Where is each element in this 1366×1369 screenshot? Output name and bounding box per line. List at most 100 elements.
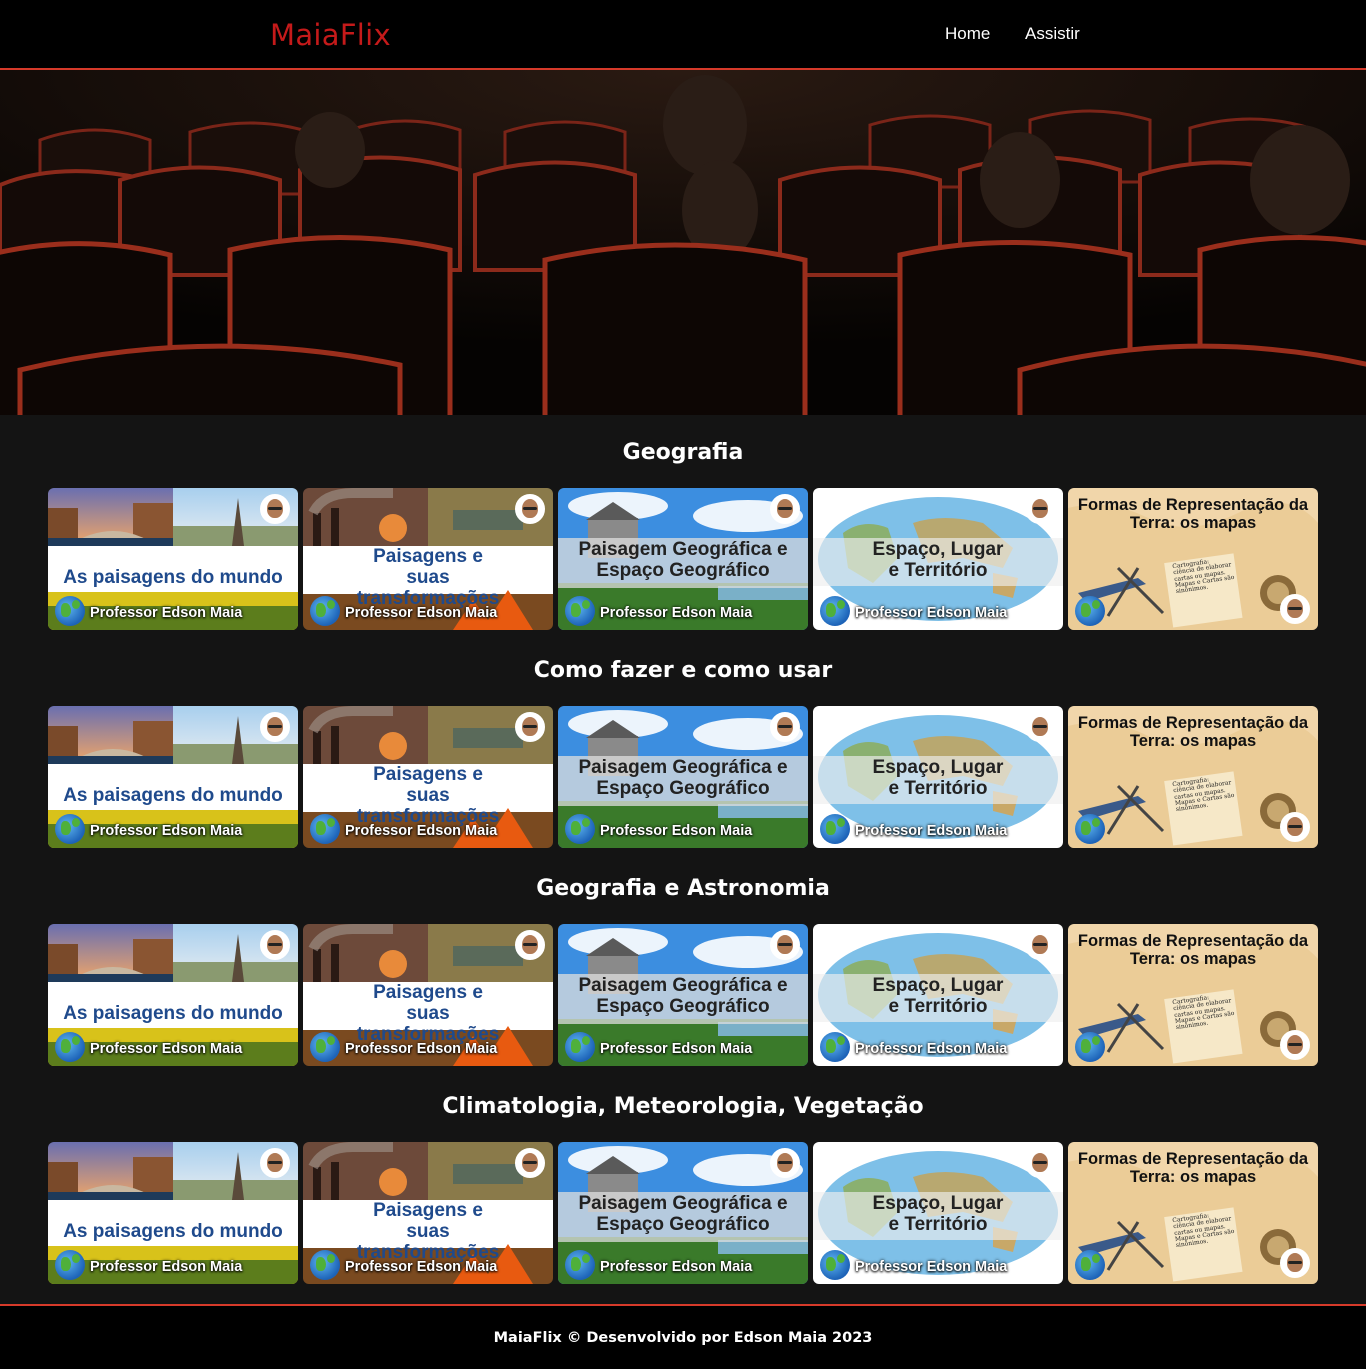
video-title: Formas de Representação da Terra: os map… xyxy=(1077,1150,1309,1187)
footer-copyright: MaiaFlix © Desenvolvido por Edson Maia 2… xyxy=(493,1330,873,1346)
section-title: Geografia e Astronomia xyxy=(536,876,830,901)
video-title: Paisagem Geográfica e Espaço Geográfico xyxy=(578,757,788,799)
avatar-icon xyxy=(1025,1148,1055,1178)
globe-icon xyxy=(820,596,850,626)
video-card[interactable]: Espaço, Lugar e Território Professor Eds… xyxy=(813,924,1063,1066)
globe-icon xyxy=(820,1032,850,1062)
avatar-icon xyxy=(770,930,800,960)
avatar-icon xyxy=(260,494,290,524)
globe-icon xyxy=(1075,1250,1105,1280)
video-card[interactable]: Paisagem Geográfica e Espaço Geográfico … xyxy=(558,706,808,848)
video-title: Paisagem Geográfica e Espaço Geográfico xyxy=(578,1193,788,1235)
video-card[interactable]: As paisagens do mundo Professor Edson Ma… xyxy=(48,706,298,848)
avatar-icon xyxy=(260,1148,290,1178)
globe-icon xyxy=(565,1032,595,1062)
globe-icon xyxy=(55,596,85,626)
video-title: Espaço, Lugar e Território xyxy=(872,539,1004,581)
globe-icon xyxy=(565,814,595,844)
video-card[interactable]: Espaço, Lugar e Território Professor Eds… xyxy=(813,488,1063,630)
video-title: Formas de Representação da Terra: os map… xyxy=(1077,714,1309,751)
video-author: Professor Edson Maia xyxy=(855,1041,1008,1057)
globe-icon xyxy=(310,814,340,844)
video-author: Professor Edson Maia xyxy=(855,605,1008,621)
video-author: Professor Edson Maia xyxy=(345,1041,498,1057)
video-row: As paisagens do mundo Professor Edson Ma… xyxy=(48,1142,1318,1284)
brand-logo[interactable]: MaiaFlix xyxy=(270,18,391,52)
avatar-icon xyxy=(770,1148,800,1178)
avatar-icon xyxy=(515,930,545,960)
avatar-icon xyxy=(1025,494,1055,524)
avatar-icon xyxy=(1280,594,1310,624)
video-card[interactable]: As paisagens do mundo Professor Edson Ma… xyxy=(48,488,298,630)
video-author: Professor Edson Maia xyxy=(90,605,243,621)
globe-icon xyxy=(55,1032,85,1062)
video-row: As paisagens do mundo Professor Edson Ma… xyxy=(48,488,1318,630)
video-author: Professor Edson Maia xyxy=(855,823,1008,839)
avatar-icon xyxy=(1280,812,1310,842)
section-title: Como fazer e como usar xyxy=(533,658,833,683)
video-row: As paisagens do mundo Professor Edson Ma… xyxy=(48,706,1318,848)
video-title: As paisagens do mundo xyxy=(63,567,283,588)
video-card[interactable]: As paisagens do mundo Professor Edson Ma… xyxy=(48,924,298,1066)
avatar-icon xyxy=(515,712,545,742)
video-card[interactable]: As paisagens do mundo Professor Edson Ma… xyxy=(48,1142,298,1284)
video-row: As paisagens do mundo Professor Edson Ma… xyxy=(48,924,1318,1066)
globe-icon xyxy=(310,1250,340,1280)
video-card[interactable]: Espaço, Lugar e Território Professor Eds… xyxy=(813,706,1063,848)
avatar-icon xyxy=(770,494,800,524)
globe-icon xyxy=(310,1032,340,1062)
video-card[interactable]: Formas de Representação da Terra: os map… xyxy=(1068,1142,1318,1284)
avatar-icon xyxy=(515,494,545,524)
video-card[interactable]: Paisagens e suas transformações Professo… xyxy=(303,488,553,630)
globe-icon xyxy=(310,596,340,626)
avatar-icon xyxy=(770,712,800,742)
video-author: Professor Edson Maia xyxy=(90,1041,243,1057)
video-title: Paisagens e suas transformações xyxy=(356,1200,500,1263)
video-author: Professor Edson Maia xyxy=(345,823,498,839)
video-card[interactable]: Formas de Representação da Terra: os map… xyxy=(1068,488,1318,630)
video-title: As paisagens do mundo xyxy=(63,1221,283,1242)
video-author: Professor Edson Maia xyxy=(345,605,498,621)
video-author: Professor Edson Maia xyxy=(855,1259,1008,1275)
video-card[interactable]: Paisagens e suas transformações Professo… xyxy=(303,1142,553,1284)
section-title: Geografia xyxy=(622,440,744,465)
avatar-icon xyxy=(515,1148,545,1178)
video-author: Professor Edson Maia xyxy=(90,1259,243,1275)
nav-assistir-link[interactable]: Assistir xyxy=(1025,24,1080,44)
section-title: Climatologia, Meteorologia, Vegetação xyxy=(442,1094,924,1119)
globe-icon xyxy=(55,1250,85,1280)
globe-icon xyxy=(820,1250,850,1280)
video-author: Professor Edson Maia xyxy=(90,823,243,839)
video-card[interactable]: Paisagem Geográfica e Espaço Geográfico … xyxy=(558,488,808,630)
globe-icon xyxy=(1075,596,1105,626)
globe-icon xyxy=(1075,814,1105,844)
avatar-icon xyxy=(1025,930,1055,960)
video-card[interactable]: Paisagem Geográfica e Espaço Geográfico … xyxy=(558,924,808,1066)
video-title: Espaço, Lugar e Território xyxy=(872,1193,1004,1235)
site-header: MaiaFlix Home Assistir xyxy=(0,0,1366,70)
video-author: Professor Edson Maia xyxy=(600,1041,753,1057)
avatar-icon xyxy=(260,712,290,742)
video-title: Paisagens e suas transformações xyxy=(356,546,500,609)
video-title: As paisagens do mundo xyxy=(63,785,283,806)
globe-icon xyxy=(565,596,595,626)
avatar-icon xyxy=(1280,1030,1310,1060)
video-title: Paisagem Geográfica e Espaço Geográfico xyxy=(578,975,788,1017)
video-card[interactable]: Paisagem Geográfica e Espaço Geográfico … xyxy=(558,1142,808,1284)
video-card[interactable]: Espaço, Lugar e Território Professor Eds… xyxy=(813,1142,1063,1284)
video-card[interactable]: Paisagens e suas transformações Professo… xyxy=(303,706,553,848)
cinema-seats-illustration xyxy=(0,70,1366,415)
avatar-icon xyxy=(1025,712,1055,742)
video-author: Professor Edson Maia xyxy=(600,605,753,621)
nav-home-link[interactable]: Home xyxy=(945,24,990,44)
video-card[interactable]: Paisagens e suas transformações Professo… xyxy=(303,924,553,1066)
globe-icon xyxy=(820,814,850,844)
video-title: As paisagens do mundo xyxy=(63,1003,283,1024)
video-title: Formas de Representação da Terra: os map… xyxy=(1077,496,1309,533)
video-card[interactable]: Formas de Representação da Terra: os map… xyxy=(1068,924,1318,1066)
video-card[interactable]: Formas de Representação da Terra: os map… xyxy=(1068,706,1318,848)
avatar-icon xyxy=(1280,1248,1310,1278)
globe-icon xyxy=(1075,1032,1105,1062)
video-title: Espaço, Lugar e Território xyxy=(872,975,1004,1017)
video-author: Professor Edson Maia xyxy=(600,823,753,839)
